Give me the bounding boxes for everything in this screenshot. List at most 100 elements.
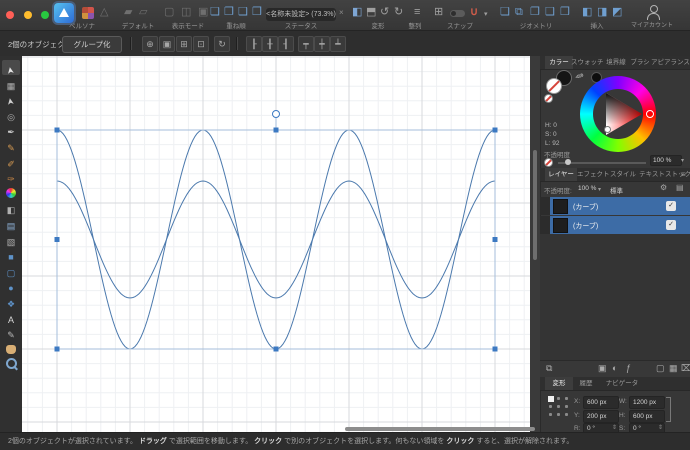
my-account-icon[interactable] bbox=[646, 5, 660, 20]
tab-appearance[interactable]: アピアランス bbox=[651, 56, 690, 69]
geometry-intersect-icon[interactable]: ❐ bbox=[530, 6, 540, 18]
anchor-dot[interactable] bbox=[549, 405, 552, 408]
layer-settings-gear-icon[interactable]: ⚙ bbox=[660, 183, 667, 192]
layer-effects-icon[interactable]: ƒ bbox=[626, 363, 631, 373]
y-field[interactable]: 200 px bbox=[583, 410, 619, 423]
pen-tool[interactable]: ✒ bbox=[2, 122, 20, 137]
aspect-link-bracket[interactable] bbox=[666, 397, 671, 422]
move-backward-icon[interactable]: ❑ bbox=[238, 6, 248, 18]
show-selection-box-icon[interactable]: ▣ bbox=[159, 36, 175, 52]
group-button[interactable]: グループ化 bbox=[62, 36, 122, 53]
opacity-slider-thumb[interactable] bbox=[565, 159, 571, 165]
blend-mode-value[interactable]: 標準 bbox=[610, 185, 623, 195]
align-bottom-icon[interactable]: ┷ bbox=[330, 36, 346, 52]
canvas[interactable] bbox=[22, 56, 530, 432]
transform-origin-icon[interactable]: ⊡ bbox=[193, 36, 209, 52]
geometry-divide-icon[interactable]: ❑ bbox=[545, 6, 555, 18]
opacity-value-field[interactable]: 100 % bbox=[650, 155, 682, 166]
w-field[interactable]: 1200 px bbox=[629, 396, 665, 409]
geometry-add-icon[interactable]: ❏ bbox=[500, 6, 510, 18]
anchor-dot[interactable] bbox=[557, 397, 560, 400]
anchor-dot[interactable] bbox=[565, 397, 568, 400]
layers-panel-menu-icon[interactable]: ≡ bbox=[681, 170, 686, 179]
stack-icon[interactable]: ⧉ bbox=[546, 363, 552, 374]
cycle-selection-box-icon[interactable]: ↻ bbox=[214, 36, 230, 52]
selection-handle[interactable] bbox=[54, 237, 60, 242]
horizontal-scrollbar[interactable] bbox=[345, 427, 535, 431]
paint-brush-tool[interactable]: ✑ bbox=[2, 169, 20, 184]
geometry-combine-icon[interactable]: ❒ bbox=[560, 6, 570, 18]
none-color-swatch[interactable] bbox=[544, 94, 553, 103]
alignment-menu-icon[interactable]: ≡ bbox=[414, 6, 420, 18]
transparency-tool[interactable]: ◧ bbox=[2, 200, 20, 215]
color-wheel-triangle[interactable] bbox=[590, 86, 646, 142]
snap-toggle[interactable] bbox=[450, 10, 465, 17]
rectangle-tool[interactable]: ■ bbox=[2, 247, 20, 262]
layer-visibility-checkbox[interactable]: ✓ bbox=[666, 220, 676, 230]
anchor-dot[interactable] bbox=[557, 413, 560, 416]
rounded-rectangle-tool[interactable]: ▢ bbox=[2, 263, 20, 278]
view-mode-vector-icon[interactable]: ▢ bbox=[164, 6, 174, 18]
insert-behind-icon[interactable]: ◧ bbox=[582, 6, 592, 18]
ellipse-tool[interactable]: ● bbox=[2, 278, 20, 293]
point-transform-tool[interactable]: ◎ bbox=[2, 107, 20, 122]
selection-handle[interactable] bbox=[492, 237, 498, 242]
show-rotation-center-icon[interactable]: ⊕ bbox=[142, 36, 158, 52]
move-forward-icon[interactable]: ❐ bbox=[224, 6, 234, 18]
tab-text[interactable]: テキスト bbox=[639, 168, 665, 181]
rotate-ccw-icon[interactable]: ↺ bbox=[380, 6, 389, 18]
tab-effects[interactable]: エフェクト bbox=[577, 168, 610, 181]
layer-row-curve-1[interactable]: (カーブ) ✓ bbox=[540, 197, 690, 215]
tab-navigator[interactable]: ナビゲータ bbox=[602, 377, 642, 390]
delete-layer-icon[interactable]: ⌦ bbox=[681, 363, 690, 374]
close-window-button[interactable] bbox=[6, 11, 14, 19]
export-persona-icon[interactable]: △ bbox=[100, 6, 108, 18]
insert-on-top-icon[interactable]: ◨ bbox=[597, 6, 607, 18]
triangle-marker[interactable] bbox=[604, 126, 611, 133]
anchor-dot[interactable] bbox=[565, 405, 568, 408]
tab-layers[interactable]: レイヤー bbox=[545, 168, 577, 181]
tab-color[interactable]: カラー bbox=[545, 56, 573, 69]
vertical-scrollbar[interactable] bbox=[533, 150, 537, 260]
tab-history[interactable]: 履歴 bbox=[574, 377, 598, 390]
move-to-front-icon[interactable]: ❏ bbox=[210, 6, 220, 18]
layer-thumbnail[interactable] bbox=[553, 218, 568, 233]
snap-grid-icon[interactable]: ⊞ bbox=[434, 6, 443, 18]
pencil-tool[interactable]: ✎ bbox=[2, 138, 20, 153]
selection-handle[interactable] bbox=[273, 127, 279, 133]
vector-crop-tool[interactable]: ▧ bbox=[2, 232, 20, 247]
opacity-dropdown-icon[interactable]: ▾ bbox=[681, 157, 684, 164]
zoom-window-button[interactable] bbox=[41, 11, 49, 19]
align-left-icon[interactable]: ┠ bbox=[246, 36, 262, 52]
hand-tool[interactable] bbox=[2, 341, 20, 356]
move-to-back-icon[interactable]: ❒ bbox=[252, 6, 262, 18]
magnet-icon[interactable]: ∪ bbox=[470, 6, 478, 18]
adjustment-layer-icon[interactable]: ◐ bbox=[612, 363, 617, 373]
selection-handle[interactable] bbox=[54, 127, 60, 133]
rotate-cw-icon[interactable]: ↻ bbox=[394, 6, 403, 18]
document-close-icon[interactable]: × bbox=[339, 8, 344, 17]
selection-handle[interactable] bbox=[492, 346, 498, 352]
text-tool[interactable]: A bbox=[2, 310, 20, 325]
vector-brush-tool[interactable]: ✐ bbox=[2, 154, 20, 169]
fill-gradient-tool[interactable] bbox=[2, 185, 20, 200]
h-field[interactable]: 600 px bbox=[629, 410, 665, 423]
pixel-persona-icon[interactable] bbox=[82, 7, 94, 19]
minimize-window-button[interactable] bbox=[24, 11, 32, 19]
layer-opacity-value[interactable]: 100 % bbox=[578, 185, 596, 192]
transform-separately-icon[interactable]: ⊞ bbox=[176, 36, 192, 52]
view-mode-retina-icon[interactable]: ▣ bbox=[198, 6, 208, 18]
layer-opacity-dropdown-icon[interactable]: ▾ bbox=[598, 186, 601, 193]
move-tool[interactable]: ➤ bbox=[2, 60, 20, 75]
tab-brushes[interactable]: ブラシ bbox=[629, 56, 651, 69]
align-top-icon[interactable]: ┯ bbox=[298, 36, 314, 52]
rotation-handle[interactable] bbox=[272, 110, 280, 118]
tab-styles[interactable]: スタイル bbox=[609, 168, 637, 181]
layer-thumbnail[interactable] bbox=[553, 199, 568, 214]
opacity-slider-track[interactable] bbox=[558, 162, 646, 164]
hue-ring-marker[interactable] bbox=[646, 110, 654, 118]
anchor-dot[interactable] bbox=[557, 405, 560, 408]
selection-handle[interactable] bbox=[492, 127, 498, 133]
tab-transform[interactable]: 変形 bbox=[545, 377, 573, 390]
anchor-dot[interactable] bbox=[549, 413, 552, 416]
